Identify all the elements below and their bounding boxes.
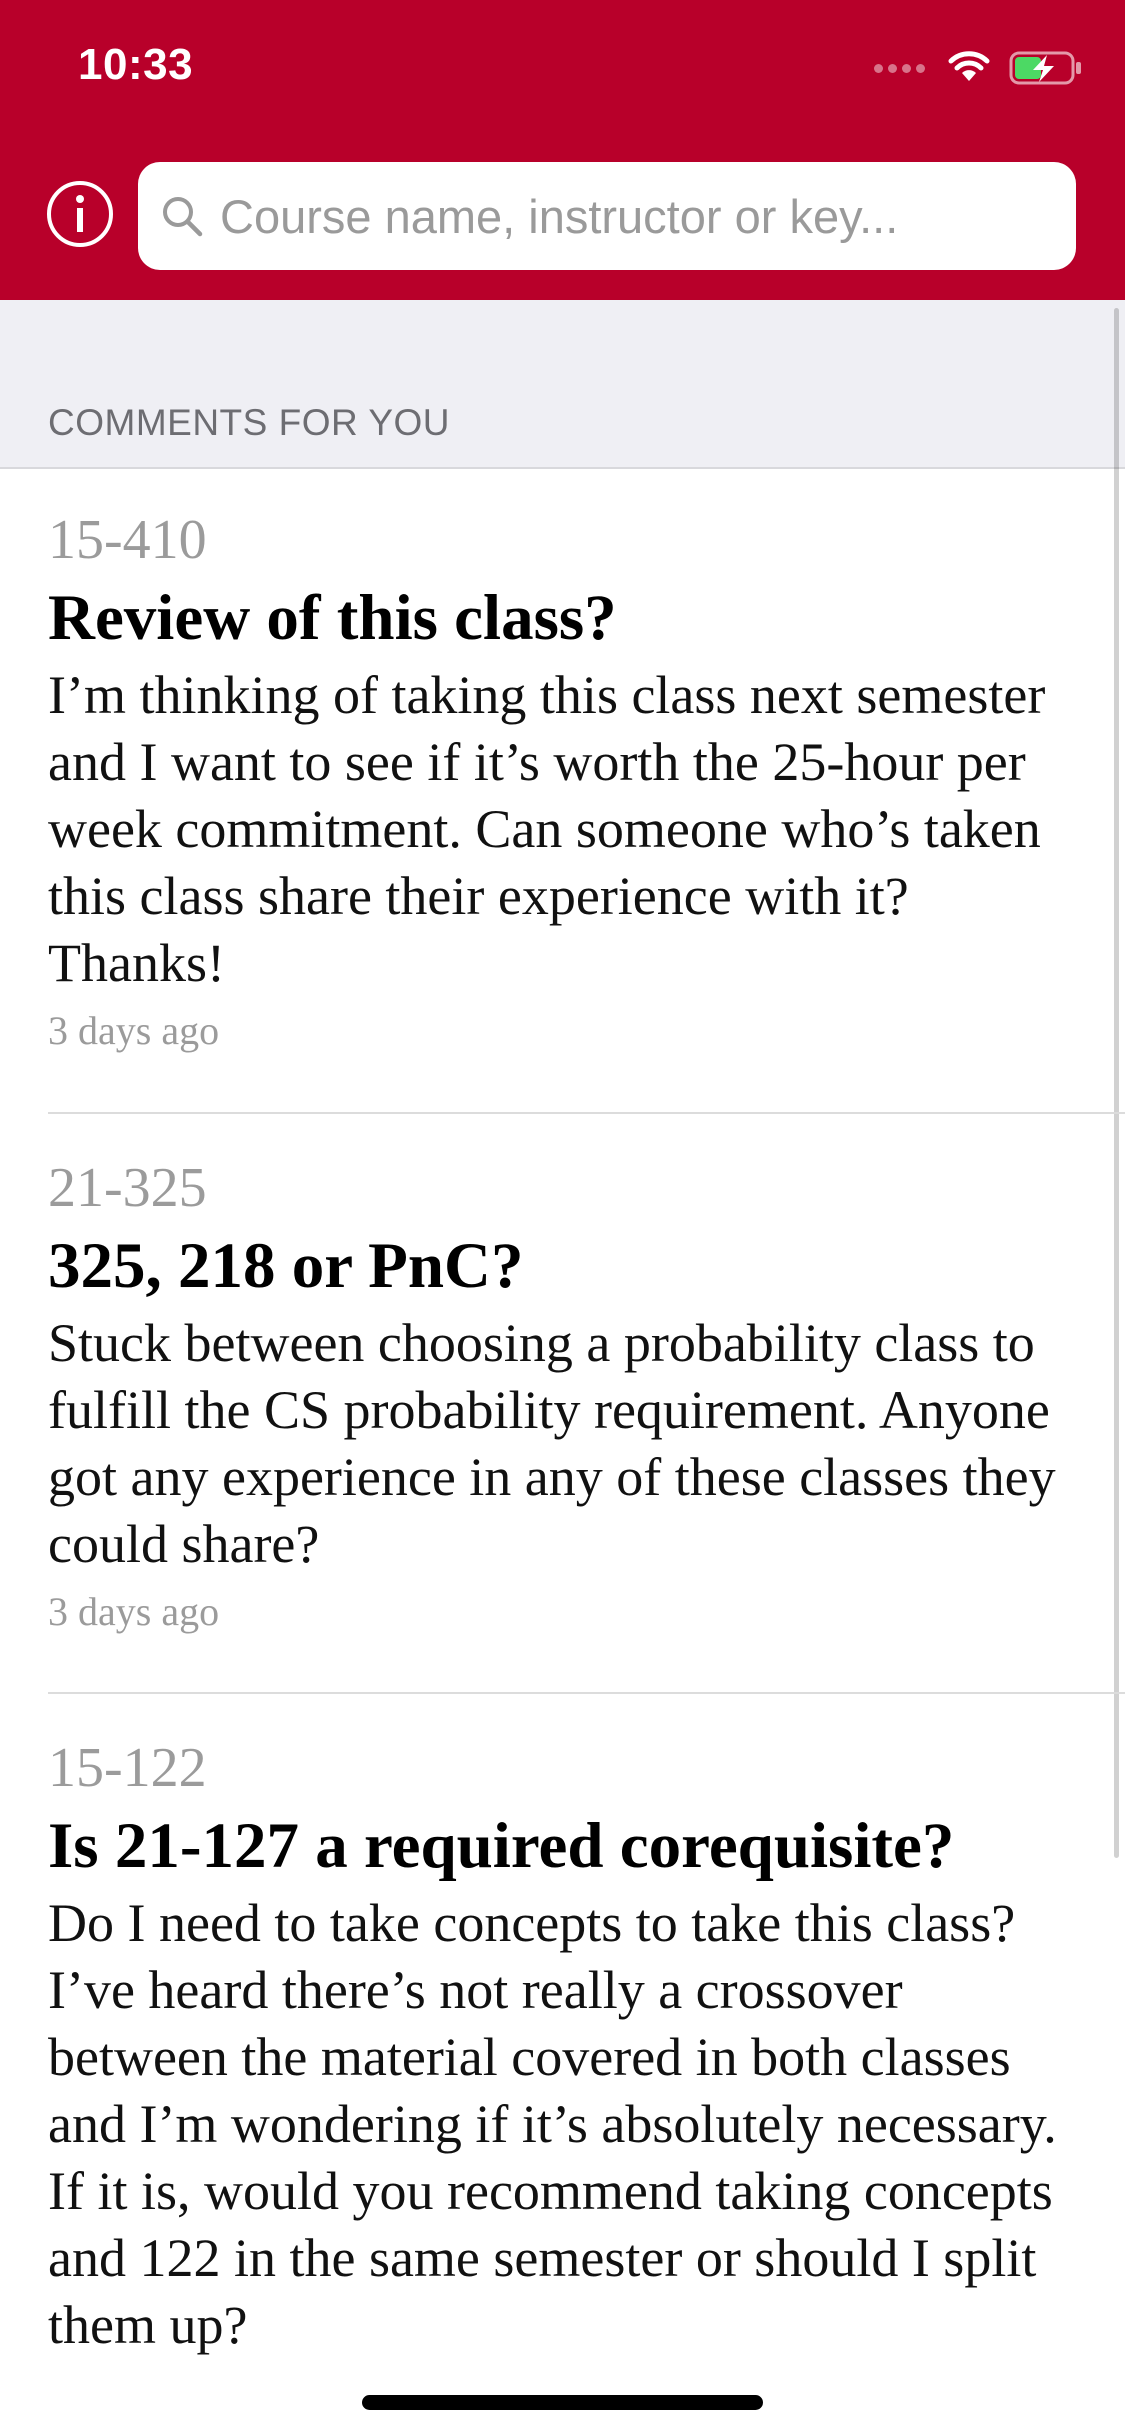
- battery-charging-icon: [1009, 51, 1081, 85]
- course-key: 15-122: [48, 1737, 207, 1799]
- comment-title: 325, 218 or PnC?: [48, 1230, 524, 1302]
- comment-body: Do I need to take concepts to take this …: [48, 1893, 1057, 2355]
- search-icon: [163, 197, 203, 237]
- comment-card[interactable]: 15-122 Is 21-127 a required corequisite?…: [48, 1736, 1088, 2359]
- comment-title: Review of this class?: [48, 582, 617, 654]
- info-icon[interactable]: [46, 180, 114, 248]
- wifi-icon: [948, 51, 990, 81]
- status-time: 10:33: [78, 40, 194, 89]
- cellular-signal-icon: [874, 63, 925, 73]
- search-input[interactable]: Course name, instructor or key...: [220, 189, 898, 244]
- course-key: 21-325: [48, 1157, 207, 1219]
- comment-body: Stuck between choosing a probability cla…: [48, 1313, 1056, 1574]
- comment-body: I’m thinking of taking this class next s…: [48, 665, 1046, 993]
- comment-title: Is 21-127 a required corequisite?: [48, 1810, 955, 1882]
- app-header: 10:33 Course name, instructor or key...: [0, 0, 1125, 300]
- section-title: COMMENTS FOR YOU: [48, 402, 450, 443]
- course-key: 15-410: [48, 509, 207, 571]
- divider: [48, 1692, 1125, 1694]
- comment-timestamp: 3 days ago: [48, 1008, 220, 1053]
- comment-card[interactable]: 15-410 Review of this class? I’m thinkin…: [48, 508, 1088, 1059]
- search-bar[interactable]: Course name, instructor or key...: [138, 162, 1076, 270]
- scroll-indicator: [1114, 308, 1119, 1858]
- comment-timestamp: 3 days ago: [48, 1589, 220, 1634]
- comment-card[interactable]: 21-325 325, 218 or PnC? Stuck between ch…: [48, 1156, 1088, 1640]
- divider: [48, 1112, 1125, 1114]
- status-indicators: [874, 44, 1083, 92]
- home-indicator[interactable]: [362, 2395, 763, 2410]
